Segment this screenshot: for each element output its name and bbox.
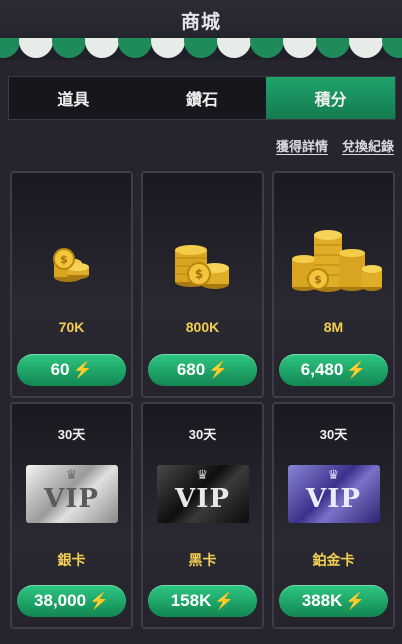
shop-item-card[interactable]: $ 70K 60 ⚡ bbox=[10, 171, 133, 398]
lightning-bolt-icon: ⚡ bbox=[345, 593, 366, 610]
lightning-bolt-icon: ⚡ bbox=[72, 362, 93, 379]
tab-bar: 道具 鑽石 積分 bbox=[8, 76, 396, 120]
header-bar: 商城 bbox=[0, 0, 402, 40]
coin-stack-small-icon: $ bbox=[12, 213, 131, 313]
history-link[interactable]: 兌換紀錄 bbox=[342, 136, 394, 155]
page-title: 商城 bbox=[180, 11, 221, 33]
vip-black-card-icon: ♛ VIP bbox=[143, 444, 262, 544]
item-label: 8M bbox=[323, 319, 344, 335]
svg-text:$: $ bbox=[60, 253, 68, 266]
coin-stack-medium-icon: $ bbox=[143, 213, 262, 313]
lightning-bolt-icon: ⚡ bbox=[89, 593, 109, 610]
lightning-bolt-icon: ⚡ bbox=[346, 362, 367, 379]
details-link[interactable]: 獲得詳情 bbox=[276, 136, 328, 155]
tab-points[interactable]: 積分 bbox=[266, 77, 396, 119]
shop-item-card[interactable]: $ 8M 6,480 ⚡ bbox=[272, 171, 395, 398]
coin-stack-large-icon: $ bbox=[274, 213, 393, 313]
tab-items[interactable]: 道具 bbox=[9, 77, 138, 119]
price-text: 60 bbox=[50, 360, 70, 379]
buy-button[interactable]: 6,480 ⚡ bbox=[279, 354, 388, 386]
price-text: 158K bbox=[170, 591, 212, 610]
item-label: 70K bbox=[58, 319, 85, 335]
buy-button[interactable]: 680 ⚡ bbox=[148, 354, 257, 386]
duration-text: 30天 bbox=[319, 427, 348, 442]
buy-button[interactable]: 388K ⚡ bbox=[279, 585, 388, 617]
item-label: 銀卡 bbox=[57, 552, 86, 568]
item-label: 黑卡 bbox=[188, 552, 217, 568]
item-label: 800K bbox=[185, 319, 220, 335]
link-row: 獲得詳情 兌換紀錄 bbox=[276, 136, 394, 155]
svg-text:$: $ bbox=[314, 273, 322, 286]
price-text: 6,480 bbox=[300, 360, 344, 379]
shop-item-card[interactable]: 30天 ♛ VIP 銀卡 38,000 ⚡ bbox=[10, 402, 133, 629]
svg-text:$: $ bbox=[194, 267, 202, 281]
buy-button[interactable]: 60 ⚡ bbox=[17, 354, 126, 386]
shop-item-card[interactable]: 30天 ♛ VIP 鉑金卡 388K ⚡ bbox=[272, 402, 395, 629]
item-label: 鉑金卡 bbox=[312, 552, 355, 568]
vip-silver-card-icon: ♛ VIP bbox=[12, 444, 131, 544]
shop-item-card[interactable]: $ 800K 680 ⚡ bbox=[141, 171, 264, 398]
price-text: 38,000 bbox=[34, 591, 87, 610]
shop-item-card[interactable]: 30天 ♛ VIP 黑卡 158K ⚡ bbox=[141, 402, 264, 629]
duration-text: 30天 bbox=[188, 427, 217, 442]
awning-decoration bbox=[0, 38, 402, 60]
buy-button[interactable]: 38,000 ⚡ bbox=[17, 585, 126, 617]
tab-diamonds[interactable]: 鑽石 bbox=[138, 77, 267, 119]
vip-platinum-card-icon: ♛ VIP bbox=[274, 444, 393, 544]
lightning-bolt-icon: ⚡ bbox=[214, 593, 235, 610]
price-text: 388K bbox=[301, 591, 343, 610]
lightning-bolt-icon: ⚡ bbox=[208, 362, 229, 379]
duration-text: 30天 bbox=[57, 427, 86, 442]
buy-button[interactable]: 158K ⚡ bbox=[148, 585, 257, 617]
price-text: 680 bbox=[176, 360, 206, 379]
